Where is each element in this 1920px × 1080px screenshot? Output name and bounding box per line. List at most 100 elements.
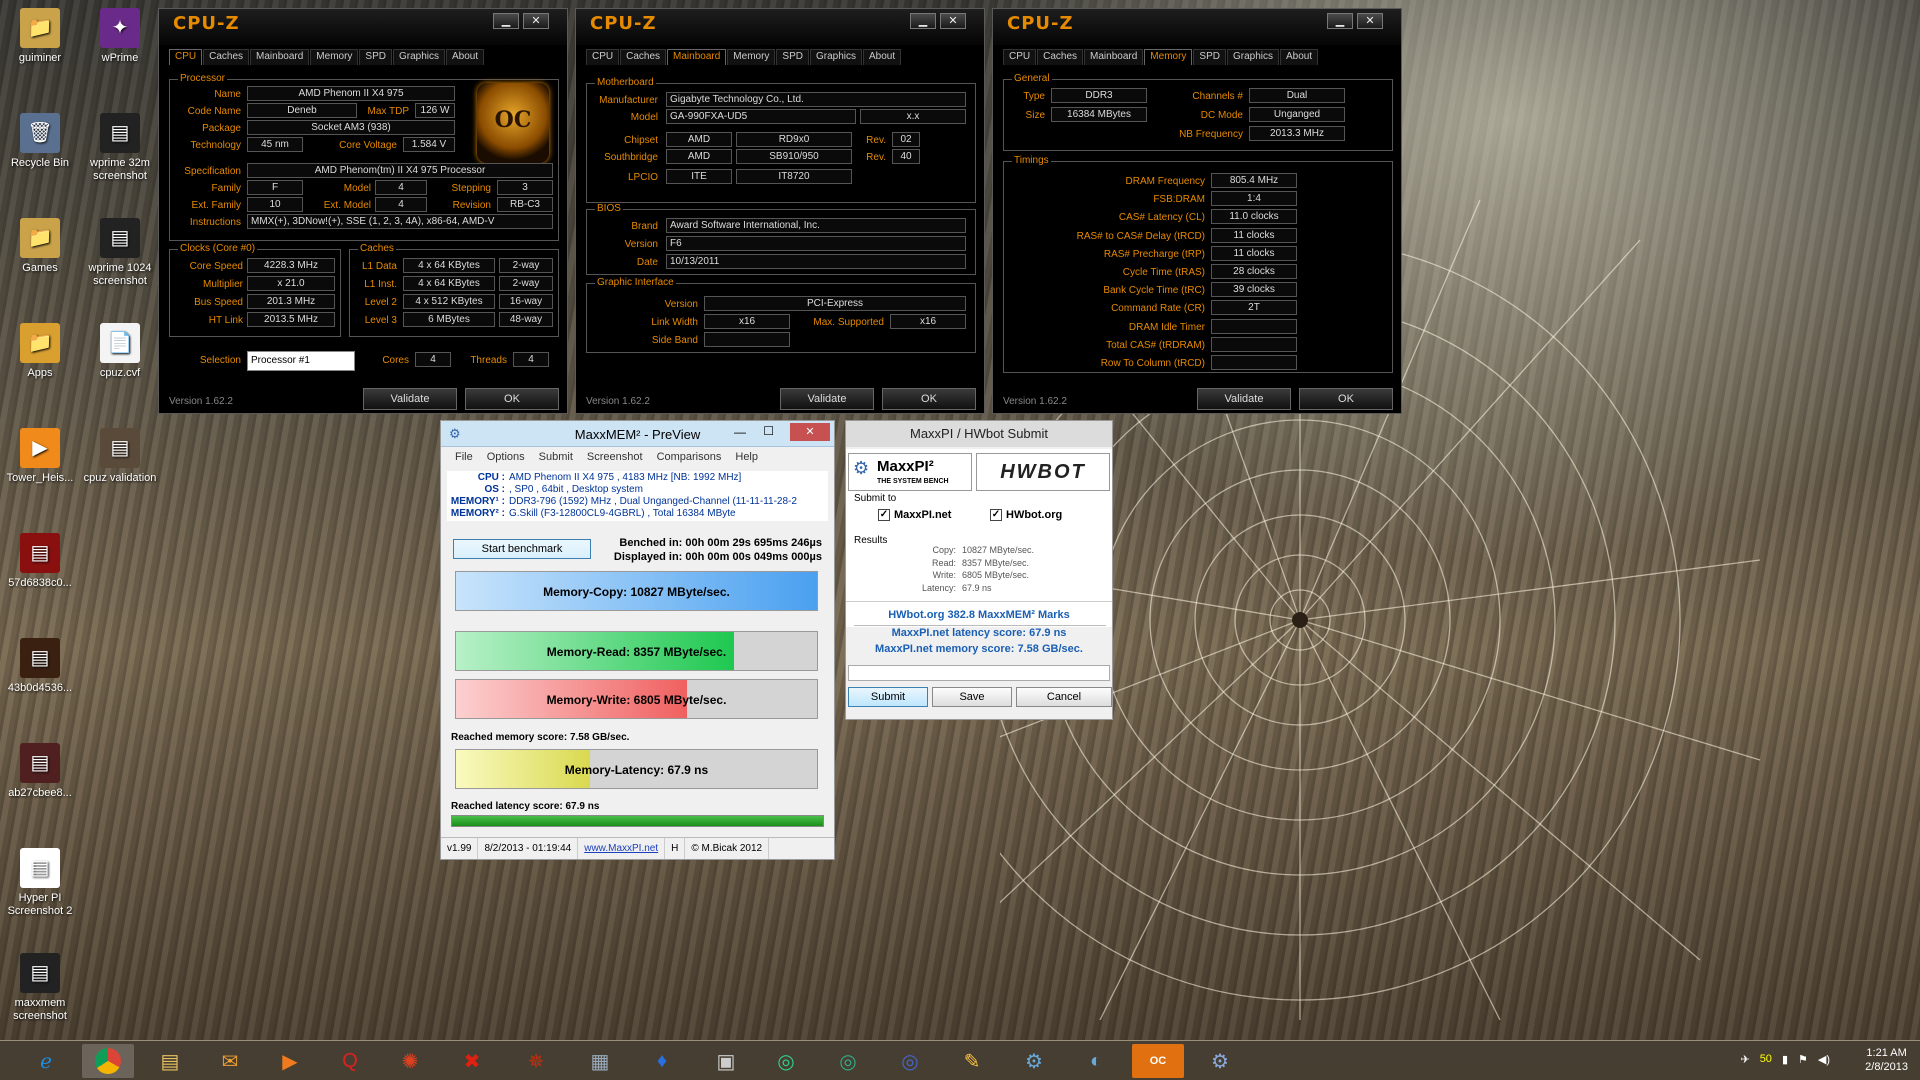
validate-button[interactable]: Validate (363, 388, 457, 410)
desktop-icon[interactable]: ▤ 43b0d4536... (0, 638, 80, 695)
minimize-button[interactable]: ▁ (910, 13, 936, 29)
tool-icon[interactable]: ✺ (384, 1044, 436, 1078)
desktop-icon[interactable]: ▤ wprime 32m screenshot (80, 113, 160, 183)
tab-about[interactable]: About (1280, 49, 1319, 65)
menu-screenshot[interactable]: Screenshot (587, 451, 643, 463)
desktop-icon[interactable]: 🗑 Recycle Bin (0, 113, 80, 170)
paint-icon[interactable]: ♦ (636, 1044, 688, 1078)
image-app-icon[interactable]: ◐ (1070, 1044, 1122, 1078)
tab-memory[interactable]: Memory (1144, 49, 1193, 65)
hwbot-submit-window[interactable]: MaxxPI / HWbot Submit ⚙ MaxxPI² THE SYST… (845, 420, 1113, 720)
maxxmem-taskbar-icon[interactable]: ⚙ (1194, 1044, 1246, 1078)
close-button[interactable]: ✕ (790, 423, 830, 441)
desktop-icon[interactable]: ▤ 57d6838c0... (0, 533, 80, 590)
minimize-button[interactable]: ▁ (493, 13, 519, 29)
validate-button[interactable]: Validate (1197, 388, 1291, 410)
menu-file[interactable]: File (455, 451, 473, 463)
ok-button[interactable]: OK (465, 388, 559, 410)
menu-comparisons[interactable]: Comparisons (657, 451, 722, 463)
desktop-icon[interactable]: ▶ Tower_Heis... (0, 428, 80, 485)
minimize-button[interactable]: — (734, 425, 746, 439)
clock[interactable]: 1:21 AM 2/8/2013 (1865, 1046, 1908, 1074)
menu-help[interactable]: Help (735, 451, 758, 463)
desktop-icon[interactable]: ✦ wPrime (80, 8, 160, 65)
submit-button[interactable]: Submit (848, 687, 928, 707)
hwbot-checkbox[interactable]: ✓ HWbot.org (990, 509, 1062, 521)
app-icon[interactable]: ▣ (700, 1044, 752, 1078)
maxxpi-link[interactable]: www.MaxxPI.net (578, 838, 666, 859)
tab-graphics[interactable]: Graphics (809, 49, 862, 65)
desktop-icon[interactable]: 📄 cpuz.cvf (80, 323, 160, 380)
tab-caches[interactable]: Caches (1037, 49, 1084, 65)
palette-icon[interactable]: ✎ (946, 1044, 998, 1078)
outlook-icon[interactable]: ✉ (204, 1044, 256, 1078)
file-explorer-icon[interactable]: ▤ (144, 1044, 196, 1078)
tab-graphics[interactable]: Graphics (1226, 49, 1279, 65)
validate-button[interactable]: Validate (780, 388, 874, 410)
close-button[interactable]: ✕ (1357, 13, 1383, 29)
tab-mainboard[interactable]: Mainboard (250, 49, 310, 65)
cpuz-window-memory[interactable]: CPU-Z ▁ ✕ CPU Caches Mainboard Memory SPD Gra… (992, 8, 1402, 414)
tab-memory[interactable]: Memory (310, 49, 359, 65)
tab-caches[interactable]: Caches (620, 49, 667, 65)
tab-about[interactable]: About (446, 49, 485, 65)
tab-cpu[interactable]: CPU (586, 49, 620, 65)
checkbox-checked-icon[interactable]: ✓ (990, 509, 1002, 521)
calculator-icon[interactable]: ▦ (574, 1044, 626, 1078)
menu-options[interactable]: Options (487, 451, 525, 463)
tab-mainboard[interactable]: Mainboard (667, 49, 727, 65)
cpuz-taskbar-icon[interactable]: OC (1132, 1044, 1184, 1078)
circle-app-icon[interactable]: ◎ (760, 1044, 812, 1078)
volume-icon[interactable]: ◀) (1818, 1053, 1830, 1066)
desktop-icon[interactable]: ▤ Hyper PI Screenshot 2 (0, 848, 80, 918)
circle-app-icon[interactable]: ◎ (884, 1044, 936, 1078)
chrome-icon[interactable] (82, 1044, 134, 1078)
tab-cpu[interactable]: CPU (1003, 49, 1037, 65)
internet-explorer-icon[interactable]: ℯ (20, 1044, 72, 1078)
cpuz-window-cpu[interactable]: CPU-Z ▁ ✕ CPU Caches Mainboard Memory SPD Gra… (158, 8, 568, 414)
tab-graphics[interactable]: Graphics (392, 49, 445, 65)
maxxmem-titlebar[interactable]: ⚙ MaxxMEM² - PreView — ☐ ✕ (441, 421, 834, 447)
tab-caches[interactable]: Caches (203, 49, 250, 65)
menu-submit[interactable]: Submit (539, 451, 573, 463)
quicktime-icon[interactable]: Q (324, 1044, 376, 1078)
tab-mainboard[interactable]: Mainboard (1084, 49, 1144, 65)
x-app-icon[interactable]: ✖ (446, 1044, 498, 1078)
tab-about[interactable]: About (863, 49, 902, 65)
checkbox-checked-icon[interactable]: ✓ (878, 509, 890, 521)
tab-cpu[interactable]: CPU (169, 49, 203, 65)
cancel-button[interactable]: Cancel (1016, 687, 1112, 707)
desktop-icon[interactable]: 📁 guiminer (0, 8, 80, 65)
flag-icon[interactable]: ✈ (1740, 1053, 1749, 1066)
action-center-icon[interactable]: ⚑ (1798, 1053, 1808, 1066)
tray-counter[interactable]: 50 (1760, 1053, 1772, 1066)
close-button[interactable]: ✕ (523, 13, 549, 29)
ok-button[interactable]: OK (882, 388, 976, 410)
desktop-icon[interactable]: 📁 Apps (0, 323, 80, 380)
tab-spd[interactable]: SPD (776, 49, 809, 65)
maxxmem-window[interactable]: ⚙ MaxxMEM² - PreView — ☐ ✕ File Options Su… (440, 420, 835, 860)
ok-button[interactable]: OK (1299, 388, 1393, 410)
cpu-app-icon[interactable]: ⚙ (1008, 1044, 1060, 1078)
desktop-icon[interactable]: ▤ wprime 1024 screenshot (80, 218, 160, 288)
processor-select[interactable]: Processor #1 (247, 351, 355, 371)
minimize-button[interactable]: ▁ (1327, 13, 1353, 29)
cpuz-titlebar[interactable]: CPU-Z ▁ ✕ (159, 9, 567, 45)
start-benchmark-button[interactable]: Start benchmark (453, 539, 591, 559)
media-player-icon[interactable]: ▶ (264, 1044, 316, 1078)
save-button[interactable]: Save (932, 687, 1012, 707)
cpuz-titlebar[interactable]: CPU-Z ▁ ✕ (576, 9, 984, 45)
close-button[interactable]: ✕ (940, 13, 966, 29)
star-app-icon[interactable]: ✵ (510, 1044, 562, 1078)
desktop-icon[interactable]: ▤ maxxmem screenshot (0, 953, 80, 1023)
tab-spd[interactable]: SPD (359, 49, 392, 65)
maxxpi-checkbox[interactable]: ✓ MaxxPI.net (878, 509, 951, 521)
maximize-button[interactable]: ☐ (763, 424, 774, 438)
desktop-icon[interactable]: ▤ cpuz validation (80, 428, 160, 485)
desktop-icon[interactable]: ▤ ab27cbee8... (0, 743, 80, 800)
network-icon[interactable]: ▮ (1782, 1053, 1788, 1066)
tab-memory[interactable]: Memory (727, 49, 776, 65)
cpuz-titlebar[interactable]: CPU-Z ▁ ✕ (993, 9, 1401, 45)
tab-spd[interactable]: SPD (1193, 49, 1226, 65)
cpuz-window-mainboard[interactable]: CPU-Z ▁ ✕ CPU Caches Mainboard Memory SPD Gra… (575, 8, 985, 414)
